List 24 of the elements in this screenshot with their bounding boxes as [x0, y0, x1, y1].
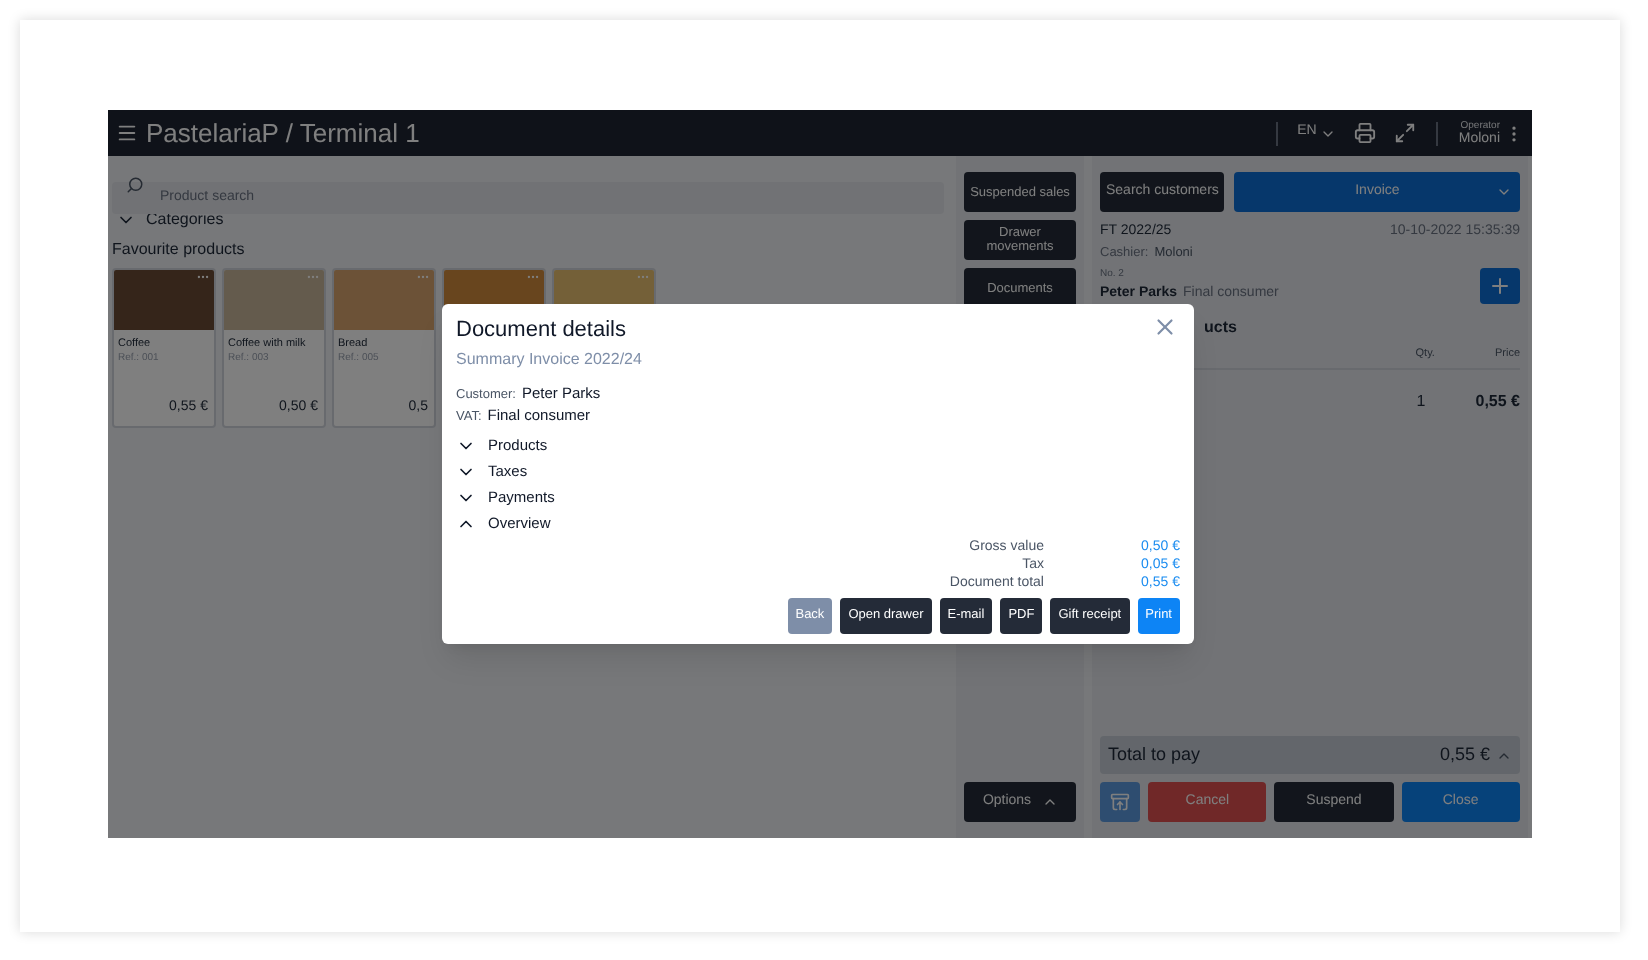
chevron-down-icon	[1496, 184, 1512, 200]
more-icon[interactable]	[196, 270, 210, 284]
fullscreen-icon[interactable]	[1394, 122, 1417, 144]
products-heading: ucts	[1204, 316, 1237, 341]
printer-icon[interactable]	[1354, 122, 1377, 144]
chevron-up-icon	[1041, 794, 1058, 810]
line-quantity: 1	[1416, 389, 1426, 413]
search-icon	[126, 175, 144, 193]
add-button[interactable]	[1480, 268, 1520, 305]
section-title: Favourite products	[112, 238, 247, 262]
line-price: 0,55 €	[1475, 389, 1520, 413]
total-label: Total to pay	[1108, 741, 1201, 768]
export-button[interactable]	[1100, 782, 1140, 822]
categories-toggle[interactable]: Categories	[112, 208, 224, 232]
dialog-title: Document details	[456, 316, 626, 346]
tray-icon	[1110, 792, 1130, 812]
more-icon[interactable]	[526, 270, 540, 284]
plus-icon	[1488, 274, 1512, 299]
app-title: PastelariaP / Terminal 1	[146, 115, 420, 152]
total-bar[interactable]: Total to pay 0,55 €	[1100, 736, 1520, 774]
close-icon[interactable]	[1152, 314, 1178, 340]
menu-icon[interactable]	[116, 122, 138, 144]
total-amount: 0,55 €	[1439, 741, 1490, 768]
dialog-subtitle: Summary Invoice 2022/24	[456, 347, 642, 371]
